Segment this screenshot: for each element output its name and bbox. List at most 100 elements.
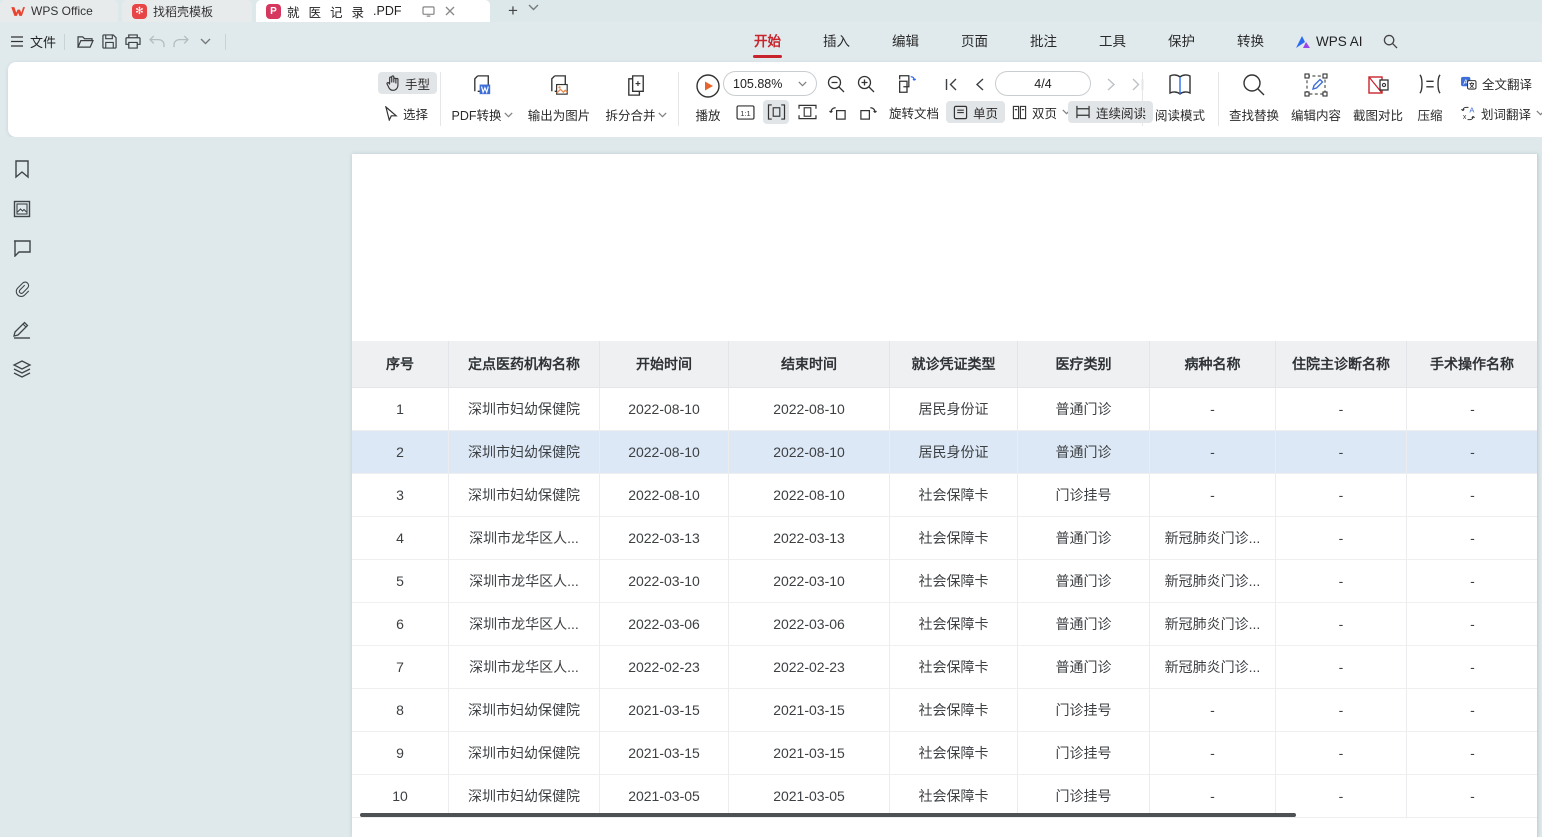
hand-tool-button[interactable]: 手型	[378, 72, 437, 94]
ribbon-toolbar: 手型 选择 PDF转换 输出为图片 拆分合并 播放	[8, 62, 1542, 137]
present-monitor-icon[interactable]	[422, 6, 435, 17]
menu-item-page[interactable]: 页面	[940, 23, 1009, 61]
zoom-level-select[interactable]: 105.88%	[723, 71, 817, 96]
continuous-read-button[interactable]: 连续阅读	[1068, 101, 1153, 123]
fit-page-button[interactable]	[896, 73, 918, 95]
rotate-right-button[interactable]	[854, 100, 880, 124]
open-file-icon[interactable]	[73, 30, 97, 54]
menu-item-tools[interactable]: 工具	[1078, 23, 1147, 61]
table-cell: 2021-03-05	[729, 775, 890, 818]
table-cell: 深圳市妇幼保健院	[449, 388, 600, 431]
table-row[interactable]: 4深圳市龙华区人...2022-03-132022-03-13社会保障卡普通门诊…	[352, 517, 1538, 560]
table-cell: 社会保障卡	[890, 775, 1018, 818]
close-tab-icon[interactable]	[445, 6, 455, 16]
table-cell: -	[1276, 732, 1407, 775]
read-mode-button[interactable]: 阅读模式	[1148, 70, 1212, 128]
next-page-icon	[1107, 78, 1116, 91]
menu-item-insert[interactable]: 插入	[802, 23, 871, 61]
attachment-icon[interactable]	[12, 279, 33, 300]
table-cell: 2022-03-06	[729, 603, 890, 646]
single-page-button[interactable]: 单页	[946, 101, 1005, 123]
tab-document[interactable]: P 就医记录 .PDF	[256, 0, 490, 22]
last-page-button[interactable]	[1126, 73, 1148, 95]
records-table: 序号定点医药机构名称开始时间结束时间就诊凭证类型医疗类别病种名称住院主诊断名称手…	[352, 341, 1538, 818]
book-icon	[1167, 73, 1193, 97]
new-tab-button[interactable]: +	[502, 1, 524, 21]
word-translate-button[interactable]: xA 划词翻译	[1456, 102, 1542, 124]
next-page-button[interactable]	[1100, 73, 1122, 95]
table-header-cell: 序号	[352, 341, 449, 388]
menu-item-protect[interactable]: 保护	[1147, 23, 1216, 61]
table-row[interactable]: 6深圳市龙华区人...2022-03-062022-03-06社会保障卡普通门诊…	[352, 603, 1538, 646]
menu-item-convert[interactable]: 转换	[1216, 23, 1285, 61]
find-replace-button[interactable]: 查找替换	[1224, 70, 1284, 128]
split-merge-label: 拆分合并	[605, 105, 655, 124]
table-cell: 2	[352, 431, 449, 474]
chevron-down-icon	[658, 112, 667, 118]
table-cell: -	[1276, 689, 1407, 732]
table-row[interactable]: 1深圳市妇幼保健院2022-08-102022-08-10居民身份证普通门诊--…	[352, 388, 1538, 431]
redo-icon[interactable]	[169, 30, 193, 54]
table-cell: -	[1276, 560, 1407, 603]
first-page-button[interactable]	[940, 73, 962, 95]
table-cell: 8	[352, 689, 449, 732]
hand-tool-label: 手型	[405, 74, 430, 93]
table-row[interactable]: 5深圳市龙华区人...2022-03-102022-03-10社会保障卡普通门诊…	[352, 560, 1538, 603]
rotate-doc-button[interactable]: 旋转文档	[885, 101, 943, 123]
print-icon[interactable]	[121, 30, 145, 54]
table-row[interactable]: 10深圳市妇幼保健院2021-03-052021-03-05社会保障卡门诊挂号-…	[352, 775, 1538, 818]
divider	[225, 34, 226, 50]
menu-search-button[interactable]	[1373, 34, 1408, 49]
screenshot-compare-button[interactable]: 截图对比	[1348, 70, 1408, 128]
split-merge-icon	[624, 73, 649, 98]
pdf-convert-button[interactable]: PDF转换	[448, 70, 516, 128]
quickbar-chevron-icon[interactable]	[193, 30, 217, 54]
tab-docer[interactable]: ✻ 找稻壳模板	[122, 0, 252, 22]
table-cell: 门诊挂号	[1018, 474, 1150, 517]
undo-icon[interactable]	[145, 30, 169, 54]
tab-wps-home[interactable]: WPS Office	[0, 0, 118, 22]
full-translate-button[interactable]: A 全文翻译	[1456, 72, 1536, 94]
file-menu-button[interactable]: 文件	[10, 32, 56, 51]
signature-pen-icon[interactable]	[12, 319, 33, 340]
edit-content-button[interactable]: 编辑内容	[1286, 70, 1346, 128]
actual-size-button[interactable]: 1:1	[732, 100, 758, 124]
table-cell: 2022-02-23	[729, 646, 890, 689]
table-row[interactable]: 9深圳市妇幼保健院2021-03-152021-03-15社会保障卡门诊挂号--…	[352, 732, 1538, 775]
horizontal-scrollbar-thumb[interactable]	[360, 813, 1296, 817]
left-panel-bar	[0, 140, 44, 837]
table-cell: 2021-03-15	[729, 732, 890, 775]
divider	[1142, 72, 1143, 126]
wps-ai-button[interactable]: WPS AI	[1285, 34, 1373, 49]
menu-item-home[interactable]: 开始	[733, 23, 802, 61]
tab-list-chevron-icon[interactable]	[528, 4, 539, 11]
prev-page-button[interactable]	[968, 73, 990, 95]
table-cell: 2022-03-10	[729, 560, 890, 603]
fit-width-button[interactable]	[763, 100, 789, 124]
menu-item-comment[interactable]: 批注	[1009, 23, 1078, 61]
table-row[interactable]: 3深圳市妇幼保健院2022-08-102022-08-10社会保障卡门诊挂号--…	[352, 474, 1538, 517]
comment-panel-icon[interactable]	[12, 239, 33, 260]
continuous-read-label: 连续阅读	[1096, 103, 1146, 122]
export-image-button[interactable]: 输出为图片	[522, 70, 596, 128]
fit-height-button[interactable]	[794, 100, 820, 124]
svg-text:A: A	[1469, 106, 1474, 115]
thumbnails-icon[interactable]	[12, 199, 33, 220]
table-cell: 深圳市妇幼保健院	[449, 775, 600, 818]
select-tool-button[interactable]: 选择	[378, 102, 435, 124]
table-row[interactable]: 8深圳市妇幼保健院2021-03-152021-03-15社会保障卡门诊挂号--…	[352, 689, 1538, 732]
table-row[interactable]: 2深圳市妇幼保健院2022-08-102022-08-10居民身份证普通门诊--…	[352, 431, 1538, 474]
page-number-input[interactable]: 4/4	[995, 71, 1091, 96]
fit-width-icon	[767, 104, 786, 120]
save-icon[interactable]	[97, 30, 121, 54]
zoom-out-button[interactable]	[825, 73, 847, 95]
zoom-in-button[interactable]	[855, 73, 877, 95]
bookmark-icon[interactable]	[12, 159, 33, 180]
rotate-left-button[interactable]	[825, 100, 851, 124]
compress-button[interactable]: 压缩	[1408, 70, 1452, 128]
table-row[interactable]: 7深圳市龙华区人...2022-02-232022-02-23社会保障卡普通门诊…	[352, 646, 1538, 689]
find-replace-label: 查找替换	[1229, 105, 1279, 124]
menu-item-edit[interactable]: 编辑	[871, 23, 940, 61]
split-merge-button[interactable]: 拆分合并	[600, 70, 672, 128]
layers-icon[interactable]	[12, 359, 33, 380]
